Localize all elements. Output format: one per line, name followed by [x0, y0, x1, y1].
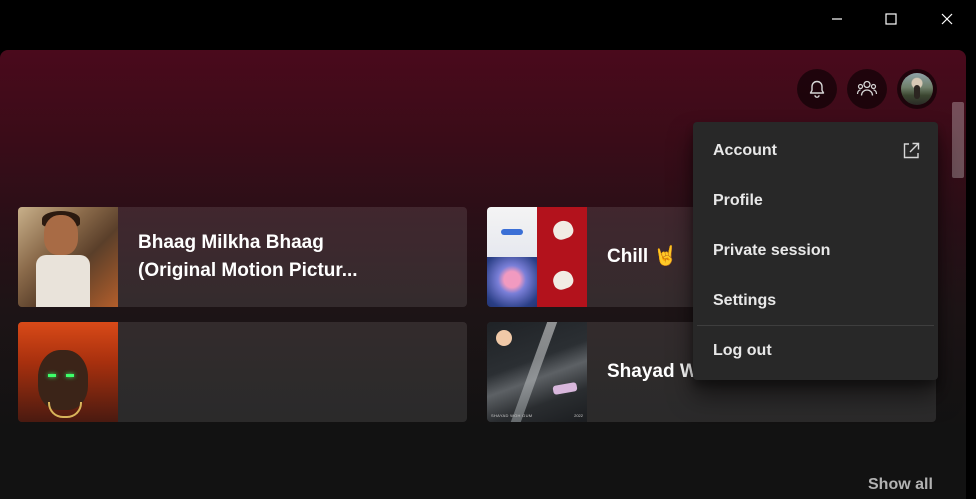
- close-button[interactable]: [920, 0, 974, 38]
- account-context-menu: Account Profile Private session Settings…: [693, 122, 938, 380]
- whats-new-button[interactable]: [797, 69, 837, 109]
- menu-item-label: Profile: [713, 192, 763, 209]
- menu-item-profile[interactable]: Profile: [697, 177, 934, 225]
- shortcut-card-bhaag-milkha-bhaag[interactable]: Bhaag Milkha Bhaag (Original Motion Pict…: [18, 207, 467, 307]
- maximize-button[interactable]: [864, 0, 918, 38]
- scrollbar-thumb[interactable]: [952, 102, 964, 178]
- menu-item-private-session[interactable]: Private session: [697, 227, 934, 275]
- title-bar: [0, 0, 976, 50]
- menu-item-label: Log out: [713, 342, 772, 359]
- cover-year: 2022: [574, 413, 583, 418]
- external-link-icon: [903, 142, 920, 159]
- close-icon: [941, 13, 953, 25]
- bell-icon: [809, 80, 825, 98]
- album-cover: [18, 207, 118, 307]
- playlist-cover: [18, 322, 118, 422]
- profile-avatar-button[interactable]: [897, 69, 937, 109]
- playlist-cover: [487, 207, 587, 307]
- shortcut-card-anime[interactable]: [18, 322, 467, 422]
- maximize-icon: [885, 13, 897, 25]
- cover-caption: SHAYAD WOH GUM: [491, 413, 533, 418]
- avatar: [901, 73, 933, 105]
- menu-item-label: Private session: [713, 242, 831, 259]
- menu-item-label: Settings: [713, 292, 777, 309]
- album-cover: SHAYAD WOH GUM 2022: [487, 322, 587, 422]
- friend-activity-button[interactable]: [847, 69, 887, 109]
- card-title: Chill 🤘: [607, 246, 678, 267]
- card-title: Shayad W: [607, 361, 698, 382]
- menu-item-settings[interactable]: Settings: [697, 277, 934, 325]
- menu-item-log-out[interactable]: Log out: [697, 327, 934, 375]
- menu-item-label: Account: [713, 142, 777, 159]
- minimize-button[interactable]: [810, 0, 864, 38]
- menu-divider: [697, 325, 934, 326]
- menu-item-account[interactable]: Account: [697, 127, 934, 175]
- minimize-icon: [832, 18, 842, 20]
- show-all-link[interactable]: Show all: [868, 476, 933, 494]
- friends-icon: [856, 80, 878, 96]
- card-title: Bhaag Milkha Bhaag (Original Motion Pict…: [138, 232, 358, 281]
